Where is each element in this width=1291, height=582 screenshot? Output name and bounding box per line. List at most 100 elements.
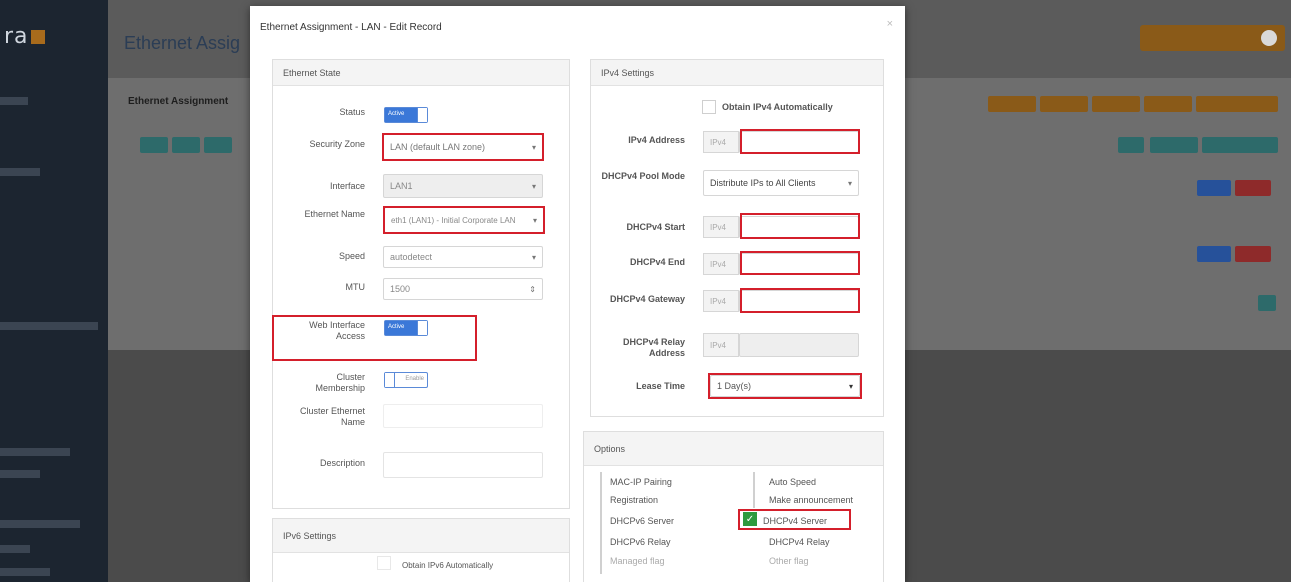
mtu-input[interactable]: 1500 ⇕ <box>383 278 543 300</box>
pagination-button[interactable] <box>1258 295 1276 311</box>
sidebar-item[interactable] <box>0 322 98 330</box>
sidebar-item[interactable] <box>0 97 28 105</box>
security-zone-label: Security Zone <box>309 139 365 149</box>
dhcp-pool-mode-select[interactable]: Distribute IPs to All Clients ▾ <box>703 170 859 196</box>
panel-header: IPv6 Settings <box>273 519 569 553</box>
description-label: Description <box>319 458 365 468</box>
chevron-down-icon: ▾ <box>531 252 536 262</box>
toolbar-button[interactable] <box>1040 96 1088 112</box>
option-dhcpv6-server[interactable]: DHCPv6 Server <box>610 516 674 526</box>
toolbar-button[interactable] <box>204 137 232 153</box>
status-toggle[interactable]: Active <box>384 107 428 123</box>
obtain-ipv4-label: Obtain IPv4 Automatically <box>722 102 833 112</box>
edit-record-modal: Ethernet Assignment - LAN - Edit Record … <box>250 6 905 582</box>
option-make-announcement[interactable]: Make announcement <box>769 495 853 505</box>
close-icon[interactable]: × <box>887 18 893 30</box>
cluster-membership-toggle[interactable]: Enable <box>384 372 428 388</box>
option-dhcpv6-relay[interactable]: DHCPv6 Relay <box>610 537 671 547</box>
web-interface-access-toggle[interactable]: Active <box>384 320 428 336</box>
sidebar: ra <box>0 0 108 582</box>
sidebar-item[interactable] <box>0 168 40 176</box>
options-divider <box>600 472 602 574</box>
option-mac-ip-pairing[interactable]: MAC-IP Pairing <box>610 477 672 487</box>
toolbar-button[interactable] <box>1144 96 1192 112</box>
row-delete-button[interactable] <box>1235 180 1271 196</box>
sidebar-item[interactable] <box>0 568 50 576</box>
web-interface-access-label: Web Interface Access <box>309 320 365 341</box>
ipv4-addon: IPv4 <box>703 216 739 238</box>
option-dhcpv4-relay[interactable]: DHCPv4 Relay <box>769 537 830 547</box>
sidebar-item[interactable] <box>0 470 40 478</box>
toolbar-button[interactable] <box>1092 96 1140 112</box>
cluster-membership-label: Cluster Membership <box>315 372 365 393</box>
cluster-ethernet-name-label: Cluster Ethernet Name <box>299 406 365 427</box>
chevron-down-icon: ▾ <box>848 381 853 391</box>
row-delete-button[interactable] <box>1235 246 1271 262</box>
toolbar-button[interactable] <box>1196 96 1278 112</box>
obtain-ipv4-checkbox[interactable] <box>702 100 716 114</box>
option-other-flag[interactable]: Other flag <box>769 556 809 566</box>
obtain-ipv6-label: Obtain IPv6 Automatically <box>402 561 494 570</box>
panel-header: Ethernet State <box>273 60 569 86</box>
status-label: Status <box>339 107 365 117</box>
obtain-ipv6-checkbox[interactable] <box>377 556 391 570</box>
dhcp-pool-mode-label: DHCPv4 Pool Mode <box>601 171 685 181</box>
ipv4-settings-panel: IPv4 Settings <box>590 59 884 417</box>
user-menu-button[interactable] <box>1140 25 1285 51</box>
ipv4-addon: IPv4 <box>703 253 739 275</box>
mtu-label: MTU <box>345 282 366 292</box>
dhcp-gateway-input[interactable] <box>739 290 859 312</box>
options-divider <box>753 472 755 508</box>
sidebar-item[interactable] <box>0 545 30 553</box>
panel-header: IPv4 Settings <box>591 60 883 86</box>
speed-label: Speed <box>338 251 365 261</box>
dhcp-relay-address-label: DHCPv4 Relay Address <box>622 337 685 358</box>
lease-time-label: Lease Time <box>636 381 685 391</box>
description-input[interactable] <box>383 452 543 478</box>
toolbar-button[interactable] <box>988 96 1036 112</box>
page-title: Ethernet Assig <box>124 33 241 53</box>
ipv4-addon: IPv4 <box>703 333 739 357</box>
toolbar-button[interactable] <box>172 137 200 153</box>
chevron-down-icon: ▾ <box>847 178 852 188</box>
toolbar-button[interactable] <box>140 137 168 153</box>
ipv6-settings-panel: IPv6 Settings <box>272 518 570 582</box>
dhcp-end-input[interactable] <box>739 253 859 275</box>
ipv4-addon: IPv4 <box>703 290 739 312</box>
option-registration[interactable]: Registration <box>610 495 658 505</box>
panel-header: Options <box>584 432 883 466</box>
ipv4-address-label: IPv4 Address <box>628 135 685 145</box>
option-managed-flag[interactable]: Managed flag <box>610 556 665 566</box>
sidebar-item[interactable] <box>0 520 80 528</box>
toolbar-button[interactable] <box>1118 137 1144 153</box>
lease-time-select[interactable]: 1 Day(s) ▾ <box>710 375 860 397</box>
dhcp-relay-address-input[interactable] <box>739 333 859 357</box>
dhcp-start-input[interactable] <box>739 216 859 238</box>
ipv4-addon: IPv4 <box>703 131 739 153</box>
interface-select[interactable]: LAN1 ▾ <box>383 174 543 198</box>
interface-label: Interface <box>329 181 365 191</box>
app-logo: ra <box>0 24 80 58</box>
chevron-down-icon: ▾ <box>531 142 536 152</box>
option-dhcpv4-server[interactable]: DHCPv4 Server <box>763 516 827 526</box>
sidebar-item[interactable] <box>0 448 70 456</box>
dhcp-end-label: DHCPv4 End <box>629 257 685 267</box>
chevron-down-icon: ▾ <box>531 181 536 191</box>
modal-title: Ethernet Assignment - LAN - Edit Record <box>260 22 442 33</box>
dhcp-gateway-label: DHCPv4 Gateway <box>609 294 685 304</box>
dhcp-start-label: DHCPv4 Start <box>626 222 685 232</box>
security-zone-select[interactable]: LAN (default LAN zone) ▾ <box>383 134 543 160</box>
row-edit-button[interactable] <box>1197 246 1231 262</box>
user-avatar-icon <box>1261 30 1277 46</box>
dhcpv4-server-checkbox[interactable]: ✓ <box>743 512 757 526</box>
cluster-ethernet-name-input[interactable] <box>383 404 543 428</box>
breadcrumb: Ethernet Assignment <box>128 96 229 107</box>
spinner-icon[interactable]: ⇕ <box>529 285 536 294</box>
toolbar-button[interactable] <box>1202 137 1278 153</box>
ethernet-name-select[interactable]: eth1 (LAN1) - Initial Corporate LAN ▾ <box>384 207 544 233</box>
row-edit-button[interactable] <box>1197 180 1231 196</box>
option-auto-speed[interactable]: Auto Speed <box>769 477 816 487</box>
speed-select[interactable]: autodetect ▾ <box>383 246 543 268</box>
ipv4-address-input[interactable] <box>739 131 859 153</box>
toolbar-button[interactable] <box>1150 137 1198 153</box>
